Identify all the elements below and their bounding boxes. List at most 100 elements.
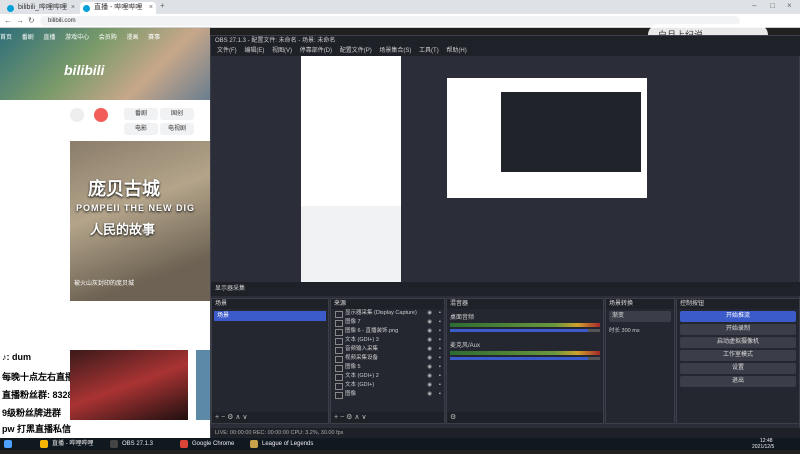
visibility-eye-icon[interactable]: ◉ xyxy=(427,354,432,363)
visibility-eye-icon[interactable]: ◉ xyxy=(427,345,432,354)
reload-icon[interactable]: ↻ xyxy=(28,16,35,26)
lock-icon[interactable]: ▪ xyxy=(439,390,441,399)
hero-carousel[interactable]: 庞贝古城 POMPEII THE NEW DIG 人民的故事 被火山灰封印的庞贝… xyxy=(70,141,210,301)
video-thumbnail[interactable] xyxy=(196,350,210,420)
close-icon[interactable]: × xyxy=(149,2,153,14)
visibility-eye-icon[interactable]: ◉ xyxy=(427,381,432,390)
start-recording-button[interactable]: 开始录制 xyxy=(680,324,796,335)
minimize-icon[interactable]: – xyxy=(752,1,756,11)
menu-item[interactable]: 帮助(H) xyxy=(446,48,466,54)
source-item[interactable]: 视频采集设备 ◉ ▪ xyxy=(331,354,444,363)
source-item[interactable]: 图像 7 ◉ ▪ xyxy=(331,318,444,327)
nav-item[interactable]: 游戏中心 xyxy=(65,35,89,41)
lock-icon[interactable]: ▪ xyxy=(439,372,441,381)
channel-link[interactable]: 电视剧 xyxy=(160,123,194,135)
settings-icon[interactable]: ⚙ xyxy=(346,414,352,421)
maximize-icon[interactable]: □ xyxy=(770,1,775,11)
channel-link[interactable]: 电影 xyxy=(124,123,158,135)
close-icon[interactable]: × xyxy=(71,2,75,14)
volume-slider[interactable] xyxy=(450,357,600,360)
move-down-icon[interactable]: ∨ xyxy=(361,414,366,421)
transition-select[interactable]: 渐变 xyxy=(609,311,671,322)
transition-duration[interactable]: 时长 300 ms xyxy=(606,324,674,336)
nav-item[interactable]: 直播 xyxy=(43,35,55,41)
lock-icon[interactable]: ▪ xyxy=(439,327,441,336)
visibility-eye-icon[interactable]: ◉ xyxy=(427,336,432,345)
studio-mode-button[interactable]: 工作室模式 xyxy=(680,350,796,361)
start-streaming-button[interactable]: 开始推流 xyxy=(680,311,796,322)
taskbar-item[interactable]: OBS 27.1.3 xyxy=(122,439,153,449)
browser-tab[interactable]: bilibili_哔哩哔哩 × xyxy=(4,2,78,14)
virtual-camera-button[interactable]: 启动虚拟摄像机 xyxy=(680,337,796,348)
exit-button[interactable]: 退出 xyxy=(680,376,796,387)
clock-date[interactable]: 2021/12/5 xyxy=(752,444,774,454)
nav-item[interactable]: 会员购 xyxy=(99,35,117,41)
forward-icon[interactable]: → xyxy=(16,16,24,26)
visibility-eye-icon[interactable]: ◉ xyxy=(427,309,432,318)
menu-item[interactable]: 编辑(E) xyxy=(244,48,264,54)
taskbar-item[interactable]: Google Chrome xyxy=(192,439,234,449)
lock-icon[interactable]: ▪ xyxy=(439,354,441,363)
add-icon[interactable]: + xyxy=(215,414,219,421)
lock-icon[interactable]: ▪ xyxy=(439,381,441,390)
visibility-eye-icon[interactable]: ◉ xyxy=(427,372,432,381)
scene-item[interactable]: 场景 xyxy=(214,311,326,321)
lock-icon[interactable]: ▪ xyxy=(439,336,441,345)
new-tab-icon[interactable]: + xyxy=(160,1,165,11)
settings-button[interactable]: 设置 xyxy=(680,363,796,374)
url-input[interactable]: bilibili.com xyxy=(40,16,740,26)
lock-icon[interactable]: ▪ xyxy=(439,309,441,318)
source-item[interactable]: 图像 6 - 直播装饰.png ◉ ▪ xyxy=(331,327,444,336)
chrome-icon[interactable] xyxy=(40,440,48,448)
source-item[interactable]: 文本 (GDI+) ◉ ▪ xyxy=(331,381,444,390)
nav-item[interactable]: 番剧 xyxy=(22,35,34,41)
taskbar-item[interactable]: 直播 - 哔哩哔哩 xyxy=(52,439,93,449)
menu-item[interactable]: 视图(V) xyxy=(272,48,292,54)
channel-link[interactable]: 国创 xyxy=(160,108,194,120)
close-window-icon[interactable]: × xyxy=(787,1,792,11)
mixer-settings-icon[interactable]: ⚙ xyxy=(450,414,456,421)
move-down-icon[interactable]: ∨ xyxy=(242,414,247,421)
source-item[interactable]: 文本 (GDI+) 2 ◉ ▪ xyxy=(331,372,444,381)
source-item[interactable]: 图像 ◉ ▪ xyxy=(331,390,444,399)
chrome-icon[interactable] xyxy=(180,440,188,448)
nav-item[interactable]: 赛事 xyxy=(148,35,160,41)
bilibili-logo[interactable]: bilibili xyxy=(64,62,104,78)
taskbar-item[interactable]: League of Legends xyxy=(262,439,313,449)
browser-tab-active[interactable]: 直播 - 哔哩哔哩 × xyxy=(80,2,156,14)
obs-icon[interactable] xyxy=(110,440,118,448)
settings-icon[interactable]: ⚙ xyxy=(227,414,233,421)
menu-item[interactable]: 配置文件(P) xyxy=(340,48,372,54)
visibility-eye-icon[interactable]: ◉ xyxy=(427,327,432,336)
move-up-icon[interactable]: ∧ xyxy=(235,414,240,421)
source-item[interactable]: 音频输入采集 ◉ ▪ xyxy=(331,345,444,354)
lock-icon[interactable]: ▪ xyxy=(439,318,441,327)
video-thumbnail[interactable] xyxy=(70,350,188,420)
visibility-eye-icon[interactable]: ◉ xyxy=(427,363,432,372)
lock-icon[interactable]: ▪ xyxy=(439,363,441,372)
volume-slider[interactable] xyxy=(450,329,600,332)
source-item[interactable]: 文本 (GDI+) 3 ◉ ▪ xyxy=(331,336,444,345)
nav-item[interactable]: 漫画 xyxy=(126,35,138,41)
menu-item[interactable]: 场景集合(S) xyxy=(379,48,411,54)
remove-icon[interactable]: − xyxy=(221,414,225,421)
move-up-icon[interactable]: ∧ xyxy=(354,414,359,421)
channel-link[interactable]: 番剧 xyxy=(124,108,158,120)
add-icon[interactable]: + xyxy=(334,414,338,421)
source-item[interactable]: 图像 5 ◉ ▪ xyxy=(331,363,444,372)
lock-icon[interactable]: ▪ xyxy=(439,345,441,354)
menu-item[interactable]: 文件(F) xyxy=(217,48,237,54)
windows-start-icon[interactable] xyxy=(4,440,12,448)
visibility-eye-icon[interactable]: ◉ xyxy=(427,390,432,399)
hot-icon[interactable] xyxy=(94,108,108,122)
league-icon[interactable] xyxy=(250,440,258,448)
remove-icon[interactable]: − xyxy=(340,414,344,421)
nav-item[interactable]: 首页 xyxy=(0,35,12,41)
source-item[interactable]: 显示器采集 (Display Capture) ◉ ▪ xyxy=(331,309,444,318)
preview-canvas[interactable] xyxy=(301,56,699,282)
back-icon[interactable]: ← xyxy=(4,16,12,26)
dynamic-icon[interactable] xyxy=(70,108,84,122)
menu-item[interactable]: 停靠部件(D) xyxy=(300,48,332,54)
menu-item[interactable]: 工具(T) xyxy=(419,48,439,54)
visibility-eye-icon[interactable]: ◉ xyxy=(427,318,432,327)
